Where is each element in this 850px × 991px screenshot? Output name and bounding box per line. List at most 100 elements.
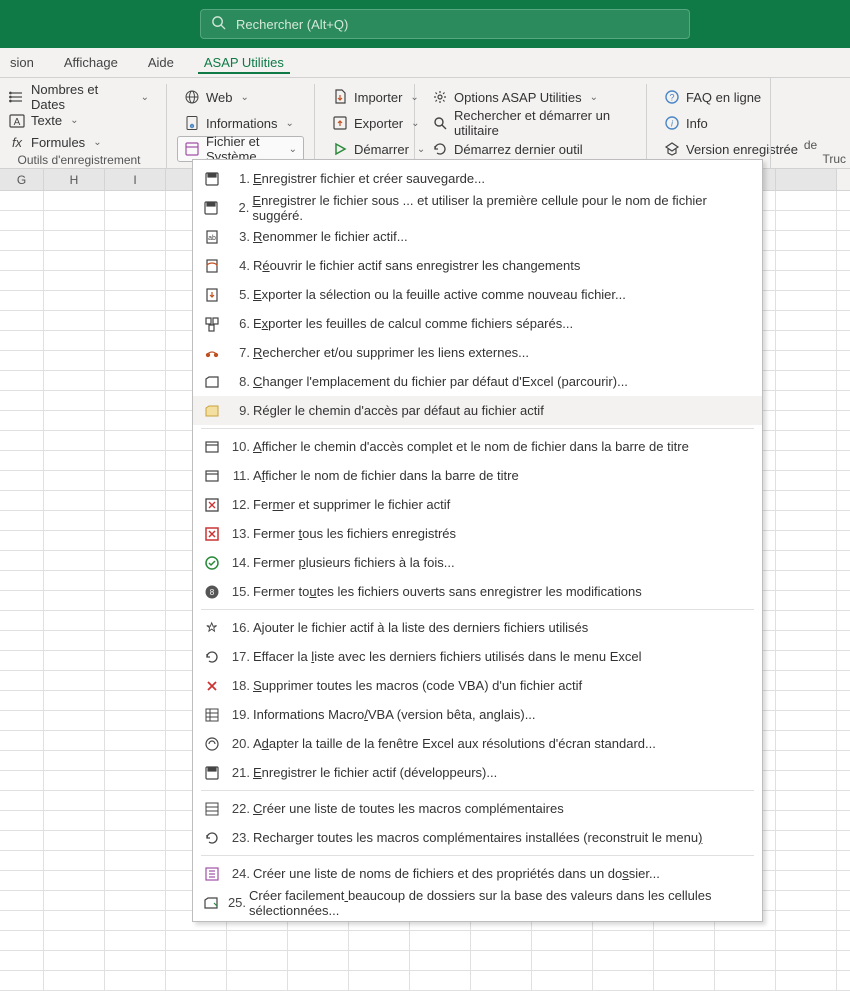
- grid-cell[interactable]: [44, 891, 105, 910]
- col-header[interactable]: I: [105, 169, 166, 190]
- grid-row[interactable]: [0, 951, 850, 971]
- grid-cell[interactable]: [105, 851, 166, 870]
- grid-cell[interactable]: [0, 491, 44, 510]
- grid-cell[interactable]: [0, 591, 44, 610]
- grid-cell[interactable]: [44, 371, 105, 390]
- dropdown-item-25[interactable]: 25.Créer facilement beaucoup de dossiers…: [193, 888, 762, 917]
- grid-cell[interactable]: [44, 811, 105, 830]
- dropdown-item-9[interactable]: 9.Régler le chemin d'accès par défaut au…: [193, 396, 762, 425]
- ribbon-web[interactable]: Web⌄: [177, 84, 304, 110]
- grid-cell[interactable]: [288, 971, 349, 990]
- grid-cell[interactable]: [0, 731, 44, 750]
- grid-cell[interactable]: [0, 191, 44, 210]
- grid-cell[interactable]: [105, 471, 166, 490]
- grid-cell[interactable]: [44, 591, 105, 610]
- grid-cell[interactable]: [471, 931, 532, 950]
- grid-cell[interactable]: [0, 611, 44, 630]
- dropdown-item-19[interactable]: 19.Informations Macro/VBA (version bêta,…: [193, 700, 762, 729]
- grid-cell[interactable]: [776, 191, 837, 210]
- grid-cell[interactable]: [44, 391, 105, 410]
- grid-cell[interactable]: [0, 511, 44, 530]
- grid-cell[interactable]: [166, 931, 227, 950]
- grid-cell[interactable]: [44, 631, 105, 650]
- grid-cell[interactable]: [0, 871, 44, 890]
- grid-cell[interactable]: [44, 571, 105, 590]
- grid-cell[interactable]: [105, 211, 166, 230]
- grid-cell[interactable]: [776, 591, 837, 610]
- grid-cell[interactable]: [0, 671, 44, 690]
- grid-cell[interactable]: [0, 411, 44, 430]
- ribbon-formules[interactable]: fx Formules⌄: [2, 132, 156, 154]
- grid-cell[interactable]: [0, 291, 44, 310]
- grid-cell[interactable]: [44, 771, 105, 790]
- grid-cell[interactable]: [0, 891, 44, 910]
- grid-cell[interactable]: [44, 531, 105, 550]
- grid-cell[interactable]: [776, 251, 837, 270]
- dropdown-item-1[interactable]: 1.Enregistrer fichier et créer sauvegard…: [193, 164, 762, 193]
- grid-cell[interactable]: [105, 691, 166, 710]
- grid-cell[interactable]: [105, 391, 166, 410]
- col-header[interactable]: [776, 169, 837, 190]
- grid-row[interactable]: [0, 931, 850, 951]
- grid-cell[interactable]: [105, 191, 166, 210]
- grid-cell[interactable]: [227, 951, 288, 970]
- grid-cell[interactable]: [44, 551, 105, 570]
- dropdown-item-2[interactable]: 2.Enregistrer le fichier sous ... et uti…: [193, 193, 762, 222]
- grid-cell[interactable]: [0, 811, 44, 830]
- grid-cell[interactable]: [105, 511, 166, 530]
- grid-cell[interactable]: [0, 331, 44, 350]
- grid-cell[interactable]: [776, 651, 837, 670]
- grid-cell[interactable]: [105, 231, 166, 250]
- grid-cell[interactable]: [105, 271, 166, 290]
- grid-cell[interactable]: [776, 271, 837, 290]
- grid-cell[interactable]: [105, 531, 166, 550]
- grid-cell[interactable]: [44, 791, 105, 810]
- grid-cell[interactable]: [776, 231, 837, 250]
- dropdown-item-17[interactable]: 17.Effacer la liste avec les derniers fi…: [193, 642, 762, 671]
- ribbon-informations[interactable]: i Informations⌄: [177, 110, 304, 136]
- grid-cell[interactable]: [0, 311, 44, 330]
- dropdown-item-12[interactable]: 12.Fermer et supprimer le fichier actif: [193, 490, 762, 519]
- grid-cell[interactable]: [776, 471, 837, 490]
- grid-cell[interactable]: [776, 811, 837, 830]
- grid-cell[interactable]: [44, 411, 105, 430]
- grid-cell[interactable]: [776, 311, 837, 330]
- grid-cell[interactable]: [105, 771, 166, 790]
- dropdown-item-14[interactable]: 14.Fermer plusieurs fichiers à la fois..…: [193, 548, 762, 577]
- grid-cell[interactable]: [44, 211, 105, 230]
- grid-cell[interactable]: [105, 571, 166, 590]
- grid-cell[interactable]: [349, 931, 410, 950]
- dropdown-item-5[interactable]: 5.Exporter la sélection ou la feuille ac…: [193, 280, 762, 309]
- grid-cell[interactable]: [44, 251, 105, 270]
- grid-cell[interactable]: [44, 731, 105, 750]
- grid-cell[interactable]: [44, 971, 105, 990]
- grid-cell[interactable]: [715, 931, 776, 950]
- menu-asap-utilities[interactable]: ASAP Utilities: [198, 51, 290, 74]
- grid-cell[interactable]: [0, 911, 44, 930]
- dropdown-item-6[interactable]: 6.Exporter les feuilles de calcul comme …: [193, 309, 762, 338]
- grid-cell[interactable]: [44, 231, 105, 250]
- grid-cell[interactable]: [0, 451, 44, 470]
- grid-cell[interactable]: [410, 931, 471, 950]
- grid-cell[interactable]: [44, 471, 105, 490]
- grid-cell[interactable]: [105, 331, 166, 350]
- grid-cell[interactable]: [715, 971, 776, 990]
- grid-cell[interactable]: [776, 451, 837, 470]
- grid-cell[interactable]: [410, 951, 471, 970]
- search-box[interactable]: Rechercher (Alt+Q): [200, 9, 690, 39]
- grid-cell[interactable]: [166, 971, 227, 990]
- grid-cell[interactable]: [105, 751, 166, 770]
- ribbon-importer[interactable]: Importer⌄: [325, 84, 404, 110]
- grid-cell[interactable]: [654, 951, 715, 970]
- grid-cell[interactable]: [776, 951, 837, 970]
- grid-cell[interactable]: [105, 491, 166, 510]
- grid-cell[interactable]: [776, 511, 837, 530]
- grid-cell[interactable]: [0, 231, 44, 250]
- grid-cell[interactable]: [776, 771, 837, 790]
- grid-cell[interactable]: [105, 311, 166, 330]
- grid-cell[interactable]: [0, 771, 44, 790]
- grid-cell[interactable]: [44, 711, 105, 730]
- grid-cell[interactable]: [0, 651, 44, 670]
- grid-cell[interactable]: [105, 811, 166, 830]
- grid-cell[interactable]: [776, 351, 837, 370]
